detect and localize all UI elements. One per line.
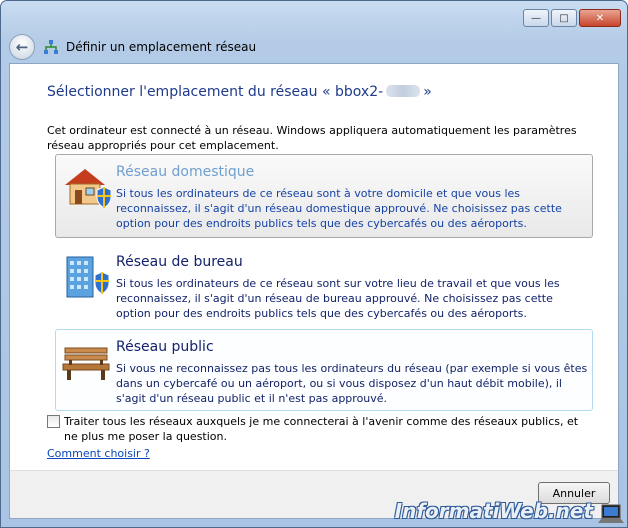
laptop-logo-icon bbox=[598, 504, 624, 523]
back-button[interactable]: ← bbox=[9, 34, 35, 60]
option-work-description: Si tous les ordinateurs de ce réseau son… bbox=[116, 277, 560, 320]
work-network-icon bbox=[66, 256, 110, 298]
option-home-title: Réseau domestique bbox=[116, 164, 255, 180]
treat-all-public-label[interactable]: Traiter tous les réseaux auxquels je me … bbox=[64, 414, 594, 444]
heading-suffix: » bbox=[423, 84, 432, 100]
dialog-footer: Annuler bbox=[10, 470, 618, 518]
window-title: Définir un emplacement réseau bbox=[66, 40, 257, 54]
option-public-title: Réseau public bbox=[116, 339, 214, 355]
help-link[interactable]: Comment choisir ? bbox=[47, 447, 150, 460]
intro-text: Cet ordinateur est connecté à un réseau.… bbox=[47, 124, 577, 152]
cancel-button[interactable]: Annuler bbox=[538, 482, 610, 504]
option-home-description: Si tous les ordinateurs de ce réseau son… bbox=[116, 187, 562, 230]
caption-buttons: — □ ✕ bbox=[523, 9, 621, 27]
maximize-button[interactable]: □ bbox=[551, 9, 577, 27]
dialog-content: Sélectionner l'emplacement du réseau « b… bbox=[9, 63, 619, 519]
option-public-network[interactable]: Réseau public Si vous ne reconnaissez pa… bbox=[55, 329, 593, 411]
dialog-window: — □ ✕ ← Définir un emplacement réseau Sé… bbox=[0, 0, 628, 528]
option-work-network[interactable]: Réseau de bureau Si tous les ordinateurs… bbox=[55, 244, 593, 328]
option-home-network[interactable]: Réseau domestique Si tous les ordinateur… bbox=[55, 154, 593, 238]
treat-all-public-checkbox[interactable] bbox=[47, 415, 60, 428]
home-network-icon bbox=[65, 169, 111, 209]
close-button[interactable]: ✕ bbox=[579, 9, 621, 27]
public-network-bench-icon bbox=[62, 347, 110, 380]
minimize-button[interactable]: — bbox=[523, 9, 549, 27]
wizard-header: ← Définir un emplacement réseau bbox=[9, 31, 619, 63]
title-bar[interactable]: — □ ✕ bbox=[1, 1, 627, 31]
option-work-title: Réseau de bureau bbox=[116, 254, 243, 270]
option-public-description: Si vous ne reconnaissez pas tous les ord… bbox=[116, 362, 588, 405]
heading-text: Sélectionner l'emplacement du réseau « b… bbox=[47, 84, 384, 100]
back-arrow-icon: ← bbox=[15, 38, 29, 56]
network-icon bbox=[44, 40, 58, 54]
page-heading: Sélectionner l'emplacement du réseau « b… bbox=[47, 84, 432, 100]
blurred-network-name bbox=[386, 85, 421, 97]
